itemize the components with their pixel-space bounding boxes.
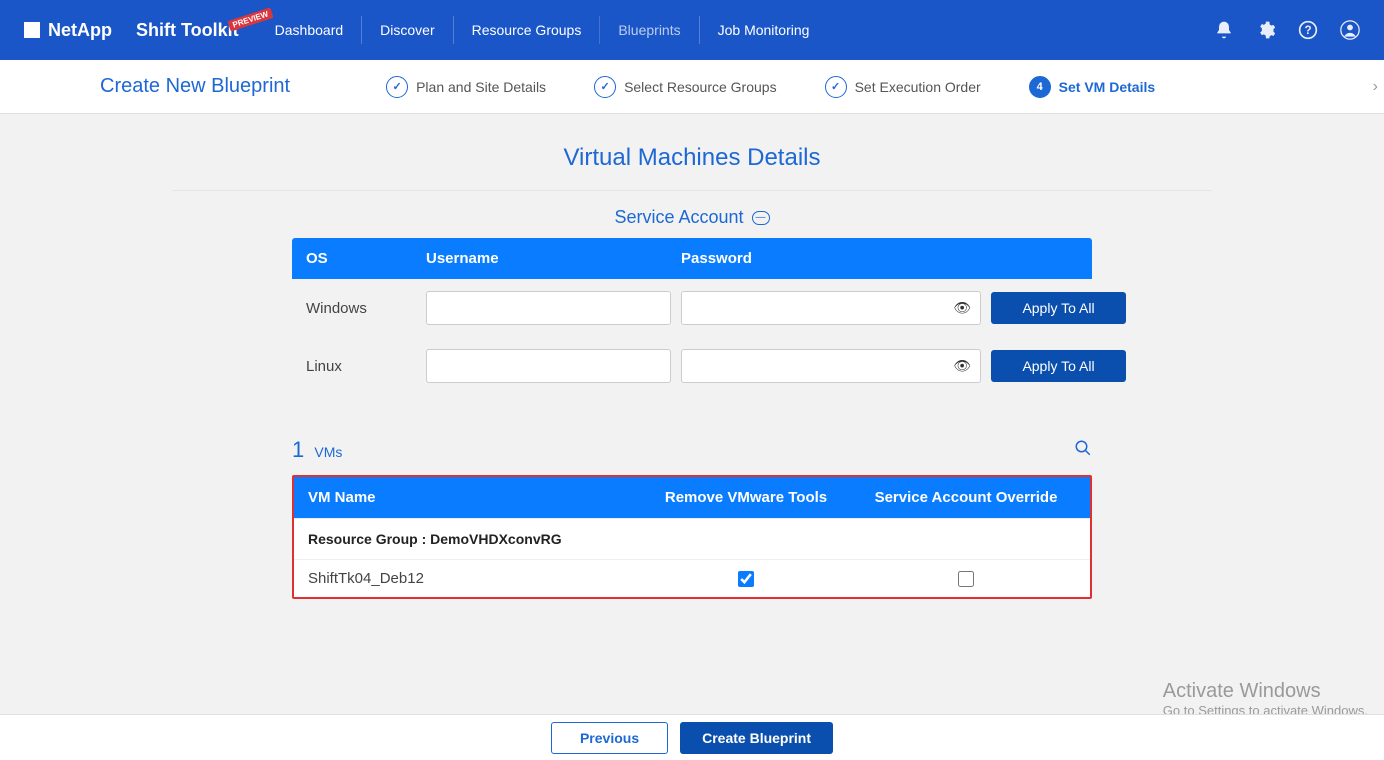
vm-name: ShiftTk04_Deb12 [308, 570, 636, 587]
os-label: Windows [306, 300, 416, 317]
top-navbar: NetApp Shift Toolkit PREVIEW Dashboard D… [0, 0, 1384, 60]
windows-password-input[interactable] [681, 291, 981, 325]
linux-username-input[interactable] [426, 349, 671, 383]
check-icon [825, 76, 847, 98]
vm-row: ShiftTk04_Deb12 [294, 560, 1090, 597]
sa-row-windows: Windows 👁 Apply To All [292, 279, 1092, 337]
sa-table-header: OS Username Password [292, 238, 1092, 279]
service-account-override-checkbox[interactable] [958, 571, 974, 587]
col-username: Username [426, 250, 671, 267]
step-plan[interactable]: Plan and Site Details [386, 76, 546, 98]
vm-count: 1 VMs [292, 437, 342, 463]
section-label: Service Account [614, 207, 743, 228]
wizard-stepbar: Create New Blueprint Plan and Site Detai… [0, 60, 1384, 114]
svg-text:?: ? [1304, 24, 1311, 37]
help-icon[interactable]: ? [1298, 20, 1318, 40]
vm-table: VM Name Remove VMware Tools Service Acco… [292, 475, 1092, 599]
vm-count-label: VMs [314, 444, 342, 460]
apply-all-windows-button[interactable]: Apply To All [991, 292, 1126, 324]
product-name: Shift Toolkit PREVIEW [136, 20, 239, 41]
step-resource-groups[interactable]: Select Resource Groups [594, 76, 777, 98]
col-override: Service Account Override [856, 489, 1076, 506]
eye-icon[interactable]: 👁 [953, 358, 971, 375]
service-account-header[interactable]: Service Account — [614, 207, 769, 228]
product-label: Shift Toolkit [136, 20, 239, 40]
sa-row-linux: Linux 👁 Apply To All [292, 337, 1092, 395]
collapse-icon[interactable]: — [752, 211, 770, 225]
apply-all-linux-button[interactable]: Apply To All [991, 350, 1126, 382]
netapp-logo-icon [24, 22, 40, 38]
create-blueprint-button[interactable]: Create Blueprint [680, 722, 833, 754]
windows-username-input[interactable] [426, 291, 671, 325]
col-os: OS [306, 250, 416, 267]
check-icon [594, 76, 616, 98]
nav-resource-groups[interactable]: Resource Groups [453, 16, 600, 44]
col-vm-name: VM Name [308, 489, 636, 506]
close-icon[interactable]: › [1373, 78, 1378, 96]
eye-icon[interactable]: 👁 [953, 300, 971, 317]
nav-right: ? [1214, 20, 1360, 40]
nav-job-monitoring[interactable]: Job Monitoring [699, 16, 828, 44]
step-number-icon: 4 [1029, 76, 1051, 98]
nav-dashboard[interactable]: Dashboard [275, 16, 362, 44]
check-icon [386, 76, 408, 98]
bell-icon[interactable] [1214, 20, 1234, 40]
nav-discover[interactable]: Discover [361, 16, 452, 44]
vm-table-header: VM Name Remove VMware Tools Service Acco… [294, 477, 1090, 518]
brand: NetApp [24, 20, 112, 41]
step-vm-details[interactable]: 4 Set VM Details [1029, 76, 1155, 98]
previous-button[interactable]: Previous [551, 722, 668, 754]
col-password: Password [681, 250, 981, 267]
step-label: Set Execution Order [855, 79, 981, 95]
service-account-panel: OS Username Password Windows 👁 Apply To … [292, 238, 1092, 599]
vm-count-number: 1 [292, 437, 304, 462]
brand-text: NetApp [48, 20, 112, 41]
wizard-title: Create New Blueprint [100, 75, 290, 98]
os-label: Linux [306, 358, 416, 375]
main-content: Virtual Machines Details Service Account… [0, 114, 1384, 689]
user-icon[interactable] [1340, 20, 1360, 40]
resource-group-row: Resource Group : DemoVHDXconvRG [294, 518, 1090, 560]
col-remove-tools: Remove VMware Tools [636, 489, 856, 506]
step-label: Select Resource Groups [624, 79, 777, 95]
linux-password-input[interactable] [681, 349, 981, 383]
step-label: Plan and Site Details [416, 79, 546, 95]
step-execution-order[interactable]: Set Execution Order [825, 76, 981, 98]
divider [172, 190, 1212, 191]
step-label: Set VM Details [1059, 79, 1155, 95]
remove-vmware-tools-checkbox[interactable] [738, 571, 754, 587]
nav-blueprints[interactable]: Blueprints [599, 16, 698, 44]
search-icon[interactable] [1074, 439, 1092, 457]
vms-bar: 1 VMs [292, 437, 1092, 463]
page-title: Virtual Machines Details [563, 144, 820, 172]
wizard-footer: Previous Create Blueprint [0, 714, 1384, 760]
preview-badge: PREVIEW [227, 7, 273, 31]
nav-links: Dashboard Discover Resource Groups Bluep… [275, 16, 828, 44]
gear-icon[interactable] [1256, 20, 1276, 40]
